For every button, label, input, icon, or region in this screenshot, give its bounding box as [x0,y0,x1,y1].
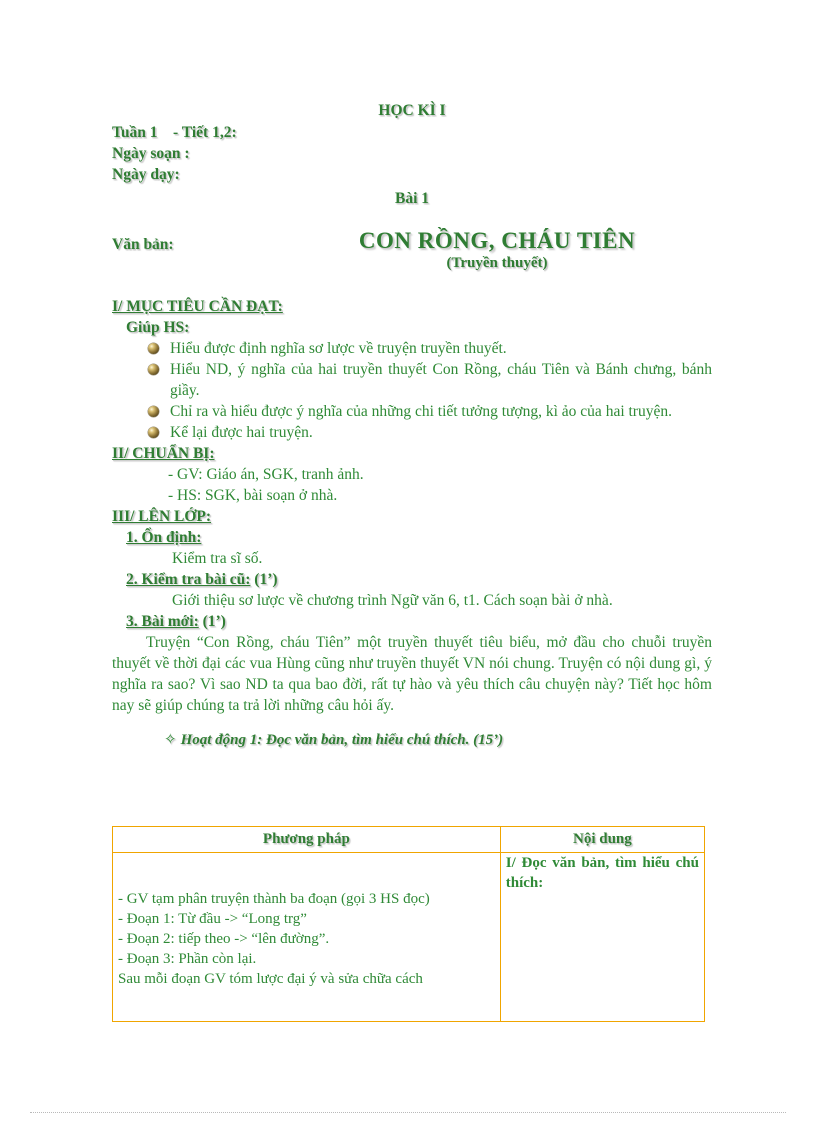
footer-divider [30,1112,786,1113]
preparation-line-student: - HS: SGK, bài soạn ở nhà. [168,487,338,504]
section-heading-class: III/ LÊN LỚP: [112,508,212,525]
body-flow: I/ MỤC TIÊU CẦN ĐẠT: Giúp HS: Hiểu được … [112,296,712,749]
step-2-text: Giới thiệu sơ lược về chương trình Ngữ v… [172,592,613,609]
step-1-heading: 1. Ổn định: [126,529,202,546]
step-3-heading-label: 3. Bài mới: [126,613,199,630]
list-item-label: Chỉ ra và hiểu được ý nghĩa của những ch… [170,403,672,420]
date-taught-line: Ngày dạy: [112,166,180,183]
method-cell: - GV tạm phân truyện thành ba đoạn (gọi … [112,852,501,1022]
column-header-content: Nội dung [499,826,706,853]
sphere-bullet-icon [148,406,159,417]
week-period-line: Tuần 1 - Tiết 1,2: [112,124,237,141]
step-2-heading-label: 2. Kiểm tra bài cũ: [126,571,251,588]
page-title: CON RỒNG, CHÁU TIÊN [358,228,636,253]
column-header-method: Phương pháp [112,826,501,853]
table-header-row: Phương pháp Nội dung [112,826,706,853]
title-subtitle: (Truyền thuyết) [446,255,548,271]
method-line-4: - Đoạn 3: Phần còn lại. [118,951,257,967]
objectives-list: Hiểu được định nghĩa sơ lược về truyện t… [112,338,712,443]
step-1-text: Kiểm tra sĩ số. [172,550,263,567]
method-line-3: - Đoạn 2: tiếp theo -> “lên đường”. [118,931,330,947]
document-title-group: CON RỒNG, CHÁU TIÊN (Truyền thuyết) [282,228,712,272]
step-2-duration: (1’) [250,571,278,588]
list-item: Kể lại được hai truyện. [148,422,712,443]
method-line-5: Sau mỗi đoạn GV tóm lược đại ý và sửa ch… [118,971,423,987]
lesson-number-header: Bài 1 [394,190,430,207]
step-3-paragraph: Truyện “Con Rồng, cháu Tiên” một truyền … [112,634,712,714]
lesson-plan-table: Phương pháp Nội dung - GV tạm phân truyệ… [112,826,706,1022]
list-item: Hiểu ND, ý nghĩa của hai truyền thuyết C… [148,359,712,401]
activity-1-heading: ✧ Hoạt động 1: Đọc văn bản, tìm hiểu chú … [164,730,712,749]
preparation-line-teacher: - GV: Giáo án, SGK, tranh ảnh. [168,466,364,483]
four-point-star-icon: ✧ [164,732,177,748]
text-type-label: Văn bản: [112,236,174,253]
content-cell: I/ Đọc văn bản, tìm hiểu chú thích: [499,852,706,1022]
cell-top-spacer [118,853,495,889]
sphere-bullet-icon [148,427,159,438]
list-item: Chỉ ra và hiểu được ý nghĩa của những ch… [148,401,712,422]
list-item-label: Hiểu ND, ý nghĩa của hai truyền thuyết C… [170,361,712,399]
step-2-heading: 2. Kiểm tra bài cũ: (1’) [126,569,712,590]
step-3-heading: 3. Bài mới: (1’) [126,611,712,632]
document-page: HỌC KÌ I Tuần 1 - Tiết 1,2: Ngày soạn : … [0,0,816,1123]
step-3-duration: (1’) [198,613,226,630]
semester-header: HỌC KÌ I [378,102,446,119]
objectives-subheading: Giúp HS: [126,319,190,336]
method-line-2: - Đoạn 1: Từ đầu -> “Long trg” [118,911,307,927]
list-item: Hiểu được định nghĩa sơ lược về truyện t… [148,338,712,359]
activity-1-label: Hoạt động 1: Đọc văn bản, tìm hiểu chú t… [180,732,504,748]
sphere-bullet-icon [148,364,159,375]
lesson-meta-block: Tuần 1 - Tiết 1,2: Ngày soạn : Ngày dạy: [112,122,237,185]
section-heading-preparation: II/ CHUẨN BỊ: [112,445,215,462]
list-item-label: Kể lại được hai truyện. [170,424,313,441]
content-cell-text: I/ Đọc văn bản, tìm hiểu chú thích: [505,855,699,891]
sphere-bullet-icon [148,343,159,354]
table-row: - GV tạm phân truyện thành ba đoạn (gọi … [112,852,706,1022]
date-prepared-line: Ngày soạn : [112,145,190,162]
method-line-1: - GV tạm phân truyện thành ba đoạn (gọi … [118,891,430,907]
section-heading-objectives: I/ MỤC TIÊU CẦN ĐẠT: [112,298,283,315]
list-item-label: Hiểu được định nghĩa sơ lược về truyện t… [170,340,507,357]
